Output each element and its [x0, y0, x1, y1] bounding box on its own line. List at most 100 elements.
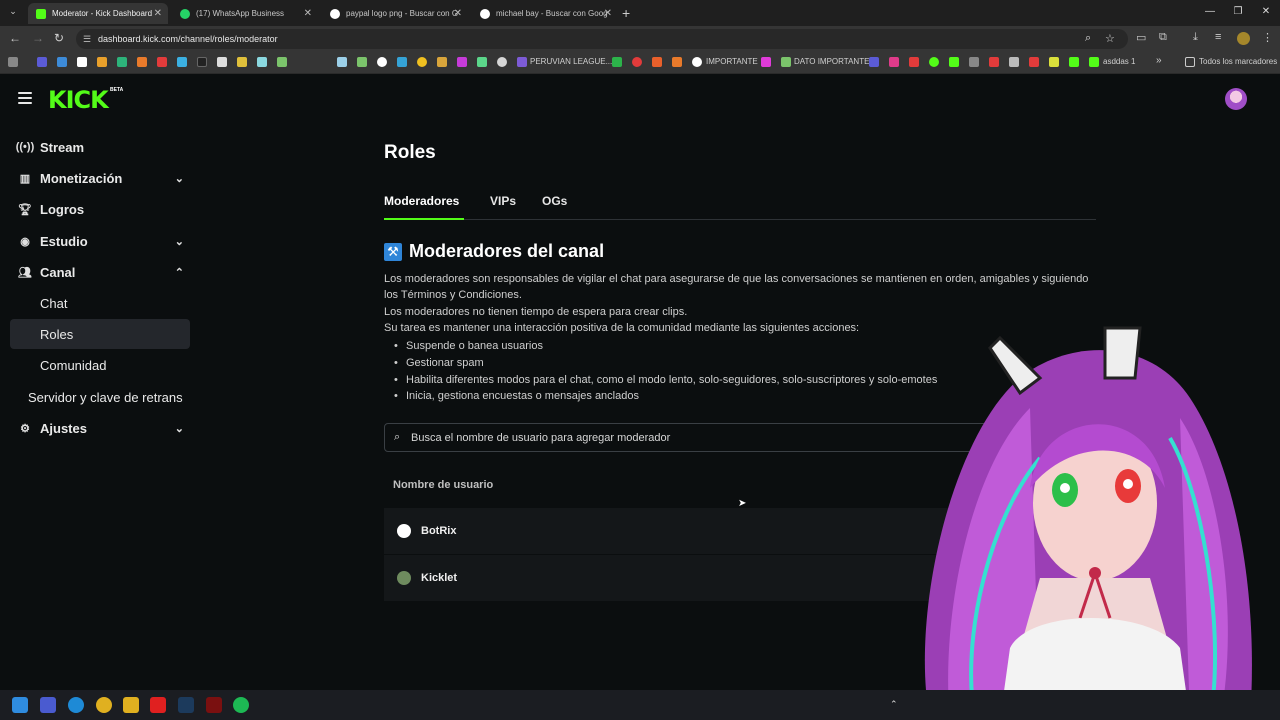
hamburger-menu-icon[interactable]	[18, 92, 32, 104]
forward-icon[interactable]: →	[32, 31, 44, 45]
sidebar-item-logros[interactable]: 🏆︎ Logros	[10, 194, 190, 224]
bookmark-icon[interactable]	[949, 57, 959, 67]
bookmark-icon[interactable]	[632, 57, 642, 67]
bookmark-icon[interactable]	[1009, 57, 1019, 67]
bookmark-icon[interactable]	[377, 57, 387, 67]
bookmark-icon[interactable]	[97, 57, 107, 67]
sidebar-item-servidor[interactable]: Servidor y clave de retrans	[10, 382, 190, 412]
tab-ogs[interactable]: OGs	[542, 194, 567, 208]
bookmark-icon[interactable]	[652, 57, 662, 67]
close-tab-icon[interactable]: ✕	[604, 8, 612, 19]
bookmark-icon[interactable]	[1029, 57, 1039, 67]
bookmark-icon[interactable]	[417, 57, 427, 67]
tab-vips[interactable]: VIPs	[490, 194, 516, 208]
bookmark-icon[interactable]	[1089, 57, 1099, 67]
address-bar[interactable]: ☰ dashboard.kick.com/channel/roles/moder…	[76, 29, 1128, 49]
sidebar-item-comunidad[interactable]: Comunidad	[10, 350, 190, 380]
spotify-icon[interactable]	[233, 697, 249, 713]
taskbar-app-icon[interactable]	[40, 697, 56, 713]
sidebar-item-stream[interactable]: ((•)) Stream	[10, 132, 190, 162]
bookmark-icon[interactable]	[761, 57, 771, 67]
close-tab-icon[interactable]: ✕	[304, 8, 312, 19]
windows-start-icon[interactable]	[12, 697, 28, 713]
bookmark-icon[interactable]	[337, 57, 347, 67]
bookmark-icon[interactable]	[197, 57, 207, 67]
bookmark-icon[interactable]	[357, 57, 367, 67]
taskbar-app-icon[interactable]	[206, 697, 222, 713]
browser-tab-whatsapp[interactable]: (17) WhatsApp Business ✕	[172, 3, 318, 24]
sidebar-item-ajustes[interactable]: ⚙︎ Ajustes ⌄	[10, 413, 190, 443]
bookmark-peruvian-league[interactable]: PERUVIAN LEAGUE...	[530, 57, 612, 66]
apps-icon[interactable]	[8, 57, 18, 67]
minimize-icon[interactable]: —	[1196, 0, 1224, 26]
profile-avatar-icon[interactable]	[1237, 32, 1250, 45]
bookmark-icon[interactable]	[217, 57, 227, 67]
bookmark-icon[interactable]	[889, 57, 899, 67]
youtube-icon[interactable]	[150, 697, 166, 713]
browser-tab-michael-bay-search[interactable]: michael bay - Buscar con Goog ✕	[472, 3, 618, 24]
sidebar-item-roles[interactable]: Roles	[10, 319, 190, 349]
tray-chevron-icon[interactable]: ⌃	[890, 699, 898, 710]
media-icon[interactable]: ≡	[1215, 31, 1221, 43]
file-explorer-icon[interactable]	[123, 697, 139, 713]
menu-dots-icon[interactable]: ⋮	[1262, 31, 1273, 44]
bookmark-icon[interactable]	[989, 57, 999, 67]
bookmark-icon[interactable]	[672, 57, 682, 67]
sidebar-item-estudio[interactable]: ◉ Estudio ⌄	[10, 226, 190, 256]
extensions-icon[interactable]: ⧉	[1159, 31, 1167, 44]
all-bookmarks[interactable]: Todos los marcadores	[1199, 57, 1277, 66]
chrome-icon[interactable]	[96, 697, 112, 713]
bookmark-icon[interactable]	[277, 57, 287, 67]
bookmark-icon[interactable]	[177, 57, 187, 67]
steam-icon[interactable]	[178, 697, 194, 713]
bookmark-icon[interactable]	[237, 57, 247, 67]
back-icon[interactable]: ←	[9, 31, 21, 45]
site-info-icon[interactable]: ☰	[83, 34, 91, 45]
kick-logo[interactable]: KICK	[48, 86, 109, 114]
tab-moderadores[interactable]: Moderadores	[384, 194, 459, 208]
url-text[interactable]: dashboard.kick.com/channel/roles/moderat…	[98, 34, 278, 44]
sidebar-item-chat[interactable]: Chat	[10, 288, 190, 318]
restore-icon[interactable]: ❐	[1224, 0, 1252, 26]
bookmark-icon[interactable]	[929, 57, 939, 67]
bookmark-icon[interactable]	[57, 57, 67, 67]
bookmark-star-icon[interactable]: ☆	[1105, 32, 1115, 45]
close-window-icon[interactable]: ✕	[1252, 0, 1280, 26]
bookmark-importante[interactable]: IMPORTANTE	[706, 57, 758, 66]
bookmark-icon[interactable]	[692, 57, 702, 67]
bookmark-icon[interactable]	[969, 57, 979, 67]
reload-icon[interactable]: ↻	[54, 31, 64, 45]
bookmark-icon[interactable]	[437, 57, 447, 67]
bookmark-icon[interactable]	[157, 57, 167, 67]
bookmark-icon[interactable]	[137, 57, 147, 67]
bookmark-icon[interactable]	[612, 57, 622, 67]
user-avatar[interactable]	[1225, 88, 1247, 110]
bookmark-icon[interactable]	[517, 57, 527, 67]
browser-tab-paypal-search[interactable]: paypal logo png - Buscar con G ✕	[322, 3, 468, 24]
bookmark-icon[interactable]	[1069, 57, 1079, 67]
bookmark-icon[interactable]	[1049, 57, 1059, 67]
tab-search-icon[interactable]: ⌄	[6, 6, 20, 20]
download-icon[interactable]: ⤓	[1193, 31, 1198, 44]
bookmark-icon[interactable]	[869, 57, 879, 67]
new-tab-icon[interactable]: +	[622, 5, 630, 21]
bookmark-asddas[interactable]: asddas 1	[1103, 57, 1135, 66]
close-tab-icon[interactable]: ✕	[154, 8, 162, 19]
sidebar-item-canal[interactable]: 👥︎ Canal ⌃	[10, 257, 190, 287]
cast-icon[interactable]: ▭	[1136, 31, 1146, 44]
bookmark-icon[interactable]	[909, 57, 919, 67]
bookmark-icon[interactable]	[77, 57, 87, 67]
browser-tab-kick[interactable]: Moderator - Kick Dashboard ✕	[28, 3, 168, 24]
bookmark-icon[interactable]	[37, 57, 47, 67]
bookmark-icon[interactable]	[117, 57, 127, 67]
bookmark-icon[interactable]	[457, 57, 467, 67]
bookmark-icon[interactable]	[397, 57, 407, 67]
zoom-icon[interactable]: ⌕	[1085, 32, 1091, 45]
edge-icon[interactable]	[68, 697, 84, 713]
bookmark-dato-importante[interactable]: DATO IMPORTANTE	[794, 57, 869, 66]
more-bookmarks-icon[interactable]: »	[1156, 55, 1162, 66]
bookmark-icon[interactable]	[477, 57, 487, 67]
sidebar-item-monetizacion[interactable]: ▥ Monetización ⌄	[10, 163, 190, 193]
bookmark-icon[interactable]	[781, 57, 791, 67]
bookmark-icon[interactable]	[497, 57, 507, 67]
